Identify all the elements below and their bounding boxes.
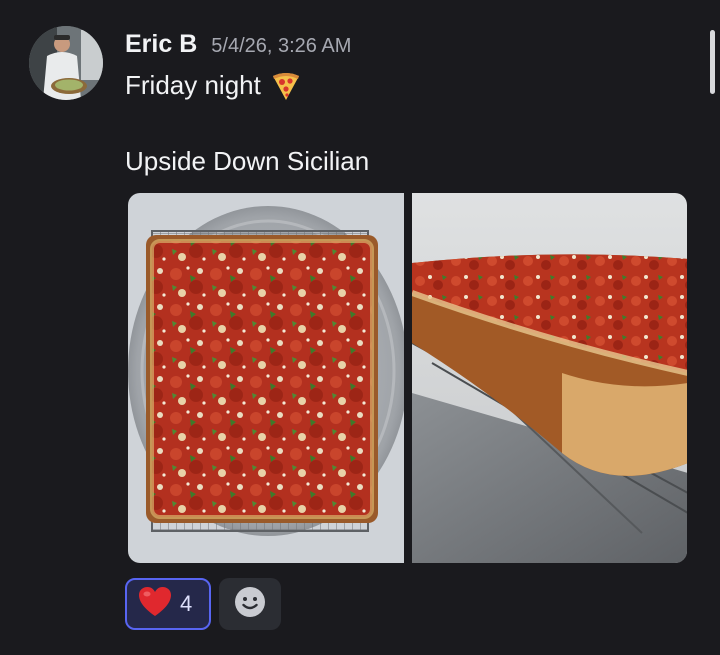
chat-message: Eric B 5/4/26, 3:26 AM Friday night Upsi… — [0, 0, 720, 655]
message-line: Upside Down Sicilian — [125, 146, 369, 177]
message-header: Eric B 5/4/26, 3:26 AM — [125, 30, 351, 59]
add-reaction-smiley-icon — [234, 586, 266, 623]
red-heart-icon — [138, 586, 172, 623]
message-text: Friday night — [125, 69, 261, 100]
message-line: Friday night — [125, 68, 303, 102]
pizza-icon — [269, 68, 303, 102]
scrollbar[interactable] — [710, 30, 715, 94]
pizza-top-view-image — [128, 193, 404, 563]
reaction-heart[interactable]: 4 — [125, 578, 211, 630]
image-gallery — [128, 193, 687, 563]
image-attachment[interactable] — [411, 193, 687, 563]
image-attachment[interactable] — [128, 193, 404, 563]
username[interactable]: Eric B — [125, 30, 197, 59]
pizza-side-view-image — [411, 193, 687, 563]
avatar[interactable] — [29, 26, 103, 100]
avatar-image — [29, 26, 103, 100]
reaction-count: 4 — [180, 591, 193, 616]
message-text: Upside Down Sicilian — [125, 146, 370, 176]
timestamp: 5/4/26, 3:26 AM — [211, 35, 352, 57]
add-reaction-button[interactable] — [219, 578, 281, 630]
reactions-bar: 4 — [125, 578, 281, 630]
